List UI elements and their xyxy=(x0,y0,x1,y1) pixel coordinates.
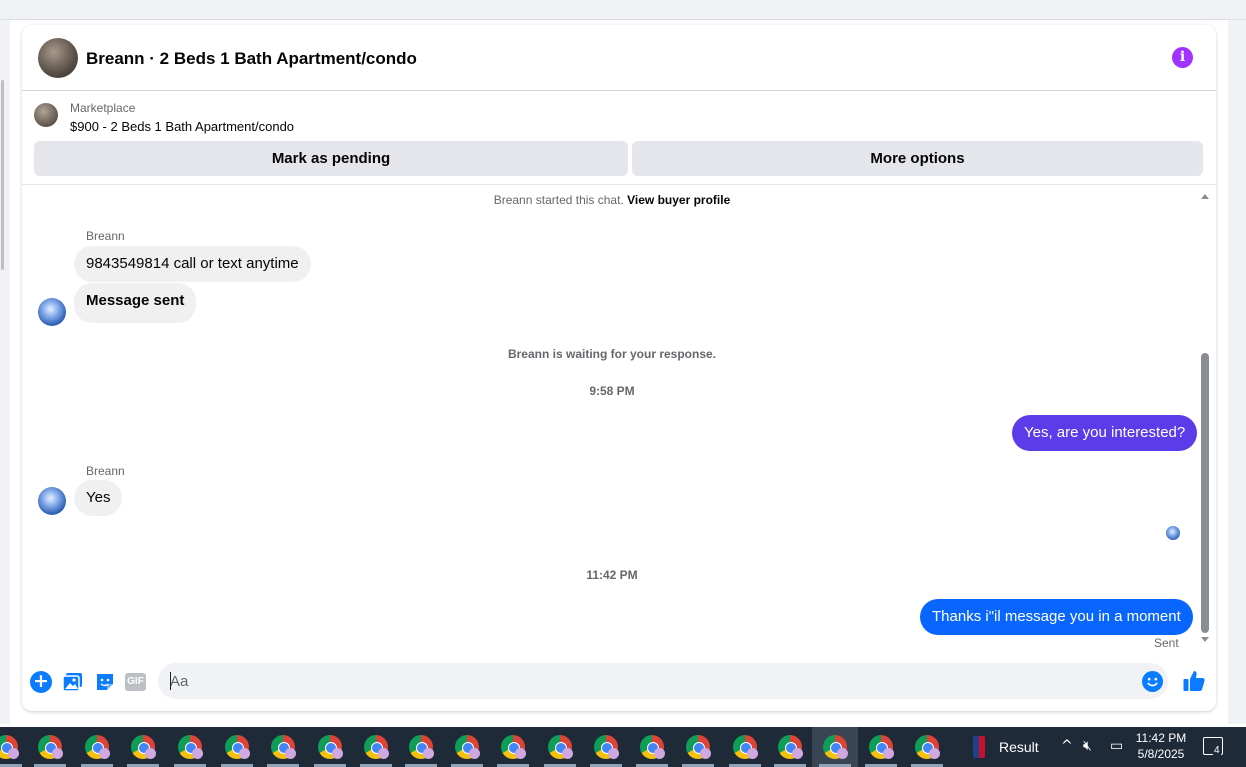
marketplace-panel: Marketplace $900 - 2 Beds 1 Bath Apartme… xyxy=(22,91,1216,185)
chrome-icon[interactable] xyxy=(455,735,480,759)
clock-time[interactable]: 11:42 PM xyxy=(1130,731,1192,745)
chat-start-notice: Breann started this chat. View buyer pro… xyxy=(22,193,1202,207)
timestamp: 11:42 PM xyxy=(586,568,638,582)
sender-name: Breann xyxy=(86,229,125,243)
sticker-icon[interactable] xyxy=(94,671,116,693)
chrome-icon[interactable] xyxy=(0,735,19,759)
marketplace-label: Marketplace xyxy=(70,101,136,115)
profile-badge-icon xyxy=(837,748,848,759)
incoming-message[interactable]: Message sent xyxy=(74,283,197,323)
profile-badge-icon xyxy=(929,748,940,759)
chrome-icon[interactable] xyxy=(85,735,110,759)
taskbar: Result ^ 🔇︎ ▭ 11:42 PM 5/8/2025 4 xyxy=(0,727,1246,767)
profile-badge-icon xyxy=(423,748,434,759)
mark-as-pending-button[interactable]: Mark as pending xyxy=(34,141,628,176)
avatar[interactable] xyxy=(38,298,66,326)
nba-icon[interactable] xyxy=(973,736,985,758)
chrome-icon[interactable] xyxy=(869,735,894,759)
seen-avatar xyxy=(1166,526,1180,540)
chrome-icon[interactable] xyxy=(501,735,526,759)
chrome-icon[interactable] xyxy=(548,735,573,759)
chrome-icon[interactable] xyxy=(178,735,203,759)
chat-title[interactable]: Breann · 2 Beds 1 Bath Apartment/condo xyxy=(86,49,417,69)
outgoing-message[interactable]: Thanks i"il message you in a moment xyxy=(920,599,1193,635)
profile-badge-icon xyxy=(608,748,619,759)
profile-badge-icon xyxy=(515,748,526,759)
chrome-icon[interactable] xyxy=(915,735,940,759)
timestamp: 9:58 PM xyxy=(589,384,635,398)
clock-date[interactable]: 5/8/2025 xyxy=(1130,747,1192,761)
outgoing-message[interactable]: Yes, are you interested? xyxy=(1012,415,1198,451)
chrome-icon[interactable] xyxy=(131,735,156,759)
incoming-message[interactable]: 9843549814 call or text anytime xyxy=(74,246,311,282)
left-scrollbar[interactable] xyxy=(0,20,10,724)
profile-badge-icon xyxy=(332,748,343,759)
notification-count: 4 xyxy=(1213,745,1221,756)
text-caret xyxy=(170,672,171,690)
chrome-icon[interactable] xyxy=(318,735,343,759)
scroll-up-arrow[interactable] xyxy=(1201,194,1209,199)
chat-scrollbar-thumb[interactable] xyxy=(1201,353,1209,633)
profile-badge-icon xyxy=(285,748,296,759)
profile-badge-icon xyxy=(747,748,758,759)
composer: + GIF xyxy=(22,655,1216,711)
profile-badge-icon xyxy=(700,748,711,759)
plus-icon[interactable]: + xyxy=(30,671,52,693)
right-page-margin xyxy=(1228,20,1246,724)
profile-badge-icon xyxy=(792,748,803,759)
message-input[interactable] xyxy=(158,663,1168,699)
waiting-notice: Breann is waiting for your response. xyxy=(507,347,717,361)
incoming-message[interactable]: Yes xyxy=(74,480,123,516)
left-scrollbar-thumb[interactable] xyxy=(1,80,4,270)
profile-badge-icon xyxy=(145,748,156,759)
profile-badge-icon xyxy=(99,748,110,759)
thumbs-up-icon[interactable] xyxy=(1182,669,1206,693)
avatar[interactable] xyxy=(38,38,78,78)
gif-icon[interactable]: GIF xyxy=(125,673,146,691)
chrome-icon[interactable] xyxy=(733,735,758,759)
chrome-icon[interactable] xyxy=(823,735,848,759)
chrome-icon[interactable] xyxy=(640,735,665,759)
chrome-icon[interactable] xyxy=(594,735,619,759)
news-result-label[interactable]: Result xyxy=(999,739,1039,755)
chrome-icon[interactable] xyxy=(778,735,803,759)
profile-badge-icon xyxy=(469,748,480,759)
profile-badge-icon xyxy=(8,748,19,759)
chrome-icon[interactable] xyxy=(686,735,711,759)
chrome-icon[interactable] xyxy=(225,735,250,759)
profile-badge-icon xyxy=(654,748,665,759)
profile-badge-icon xyxy=(378,748,389,759)
profile-badge-icon xyxy=(883,748,894,759)
message-list: Breann started this chat. View buyer pro… xyxy=(22,185,1216,655)
chat-start-text: Breann started this chat. xyxy=(493,193,624,207)
chrome-icon[interactable] xyxy=(38,735,63,759)
network-icon[interactable]: ▭ xyxy=(1110,738,1123,754)
chrome-icon[interactable] xyxy=(409,735,434,759)
chrome-icon[interactable] xyxy=(364,735,389,759)
delivery-status: Sent xyxy=(1154,636,1179,650)
chat-window: Breann · 2 Beds 1 Bath Apartment/condo i… xyxy=(22,25,1216,711)
profile-badge-icon xyxy=(192,748,203,759)
profile-badge-icon xyxy=(52,748,63,759)
browser-top-strip xyxy=(0,0,1246,20)
listing-thumbnail[interactable] xyxy=(34,103,58,127)
sender-name: Breann xyxy=(86,464,125,478)
chevron-up-icon[interactable]: ^ xyxy=(1061,738,1073,754)
speaker-muted-icon[interactable]: 🔇︎ xyxy=(1083,738,1092,754)
avatar[interactable] xyxy=(38,487,66,515)
view-buyer-profile-link[interactable]: View buyer profile xyxy=(627,193,730,207)
photo-icon[interactable] xyxy=(62,671,84,693)
profile-badge-icon xyxy=(239,748,250,759)
emoji-icon[interactable] xyxy=(1142,671,1163,692)
chat-header: Breann · 2 Beds 1 Bath Apartment/condo i xyxy=(22,25,1216,91)
profile-badge-icon xyxy=(562,748,573,759)
more-options-button[interactable]: More options xyxy=(632,141,1203,176)
info-icon[interactable]: i xyxy=(1172,47,1193,68)
chrome-icon[interactable] xyxy=(271,735,296,759)
listing-title[interactable]: $900 - 2 Beds 1 Bath Apartment/condo xyxy=(70,119,294,134)
scroll-down-arrow[interactable] xyxy=(1201,637,1209,642)
